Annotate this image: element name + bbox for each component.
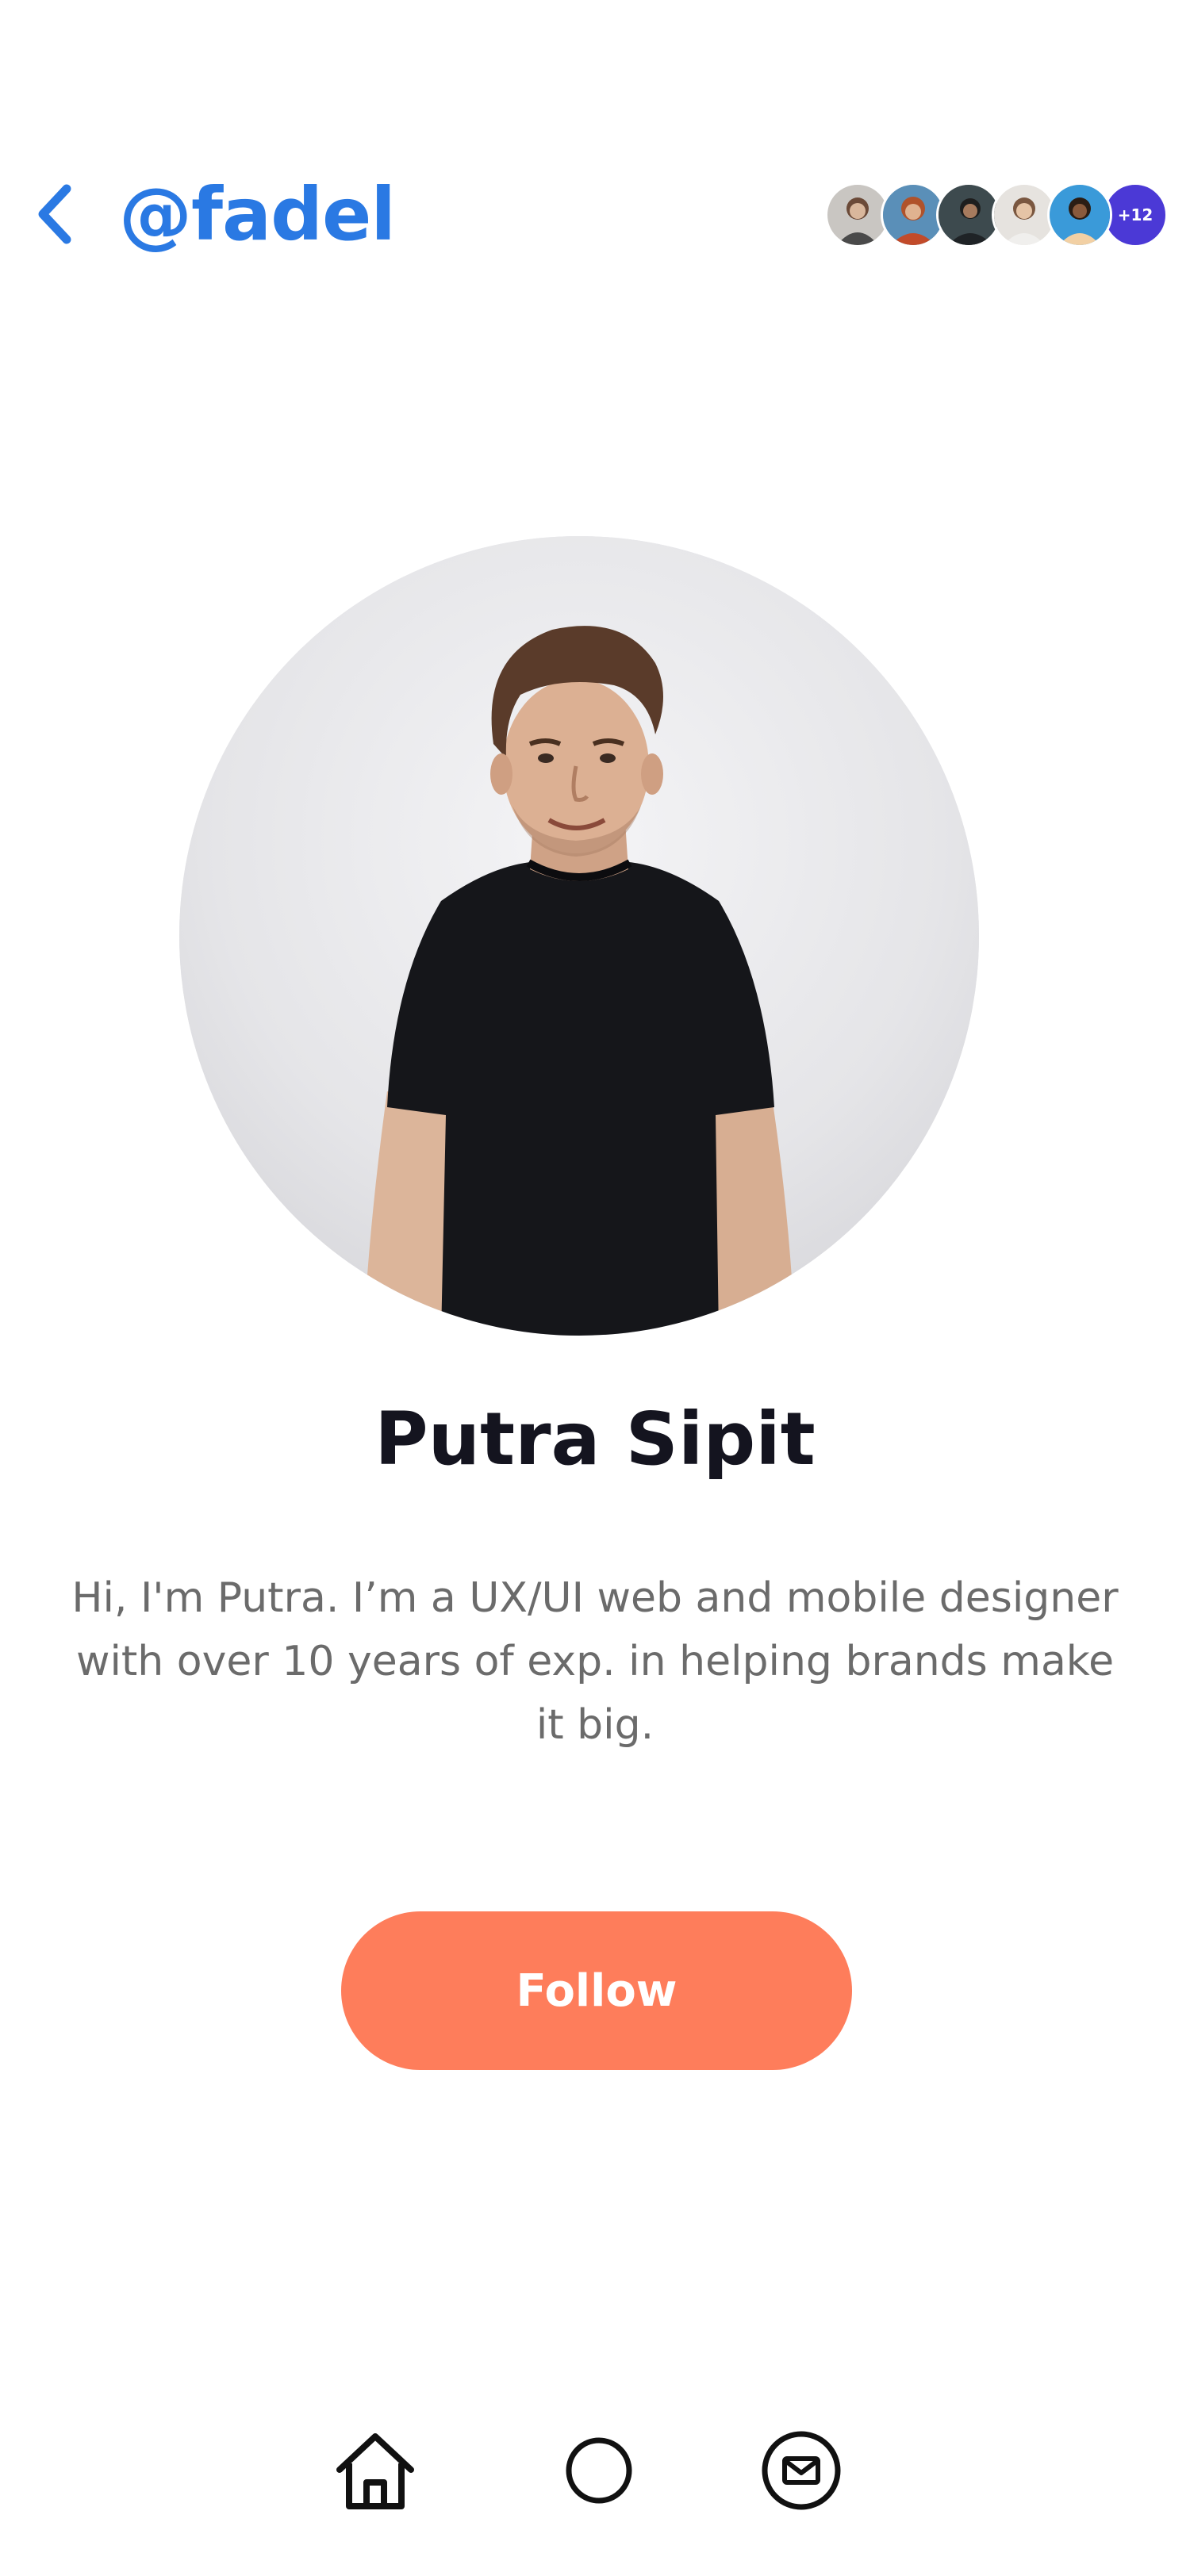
nav-home[interactable] (332, 2427, 419, 2514)
more-followers-badge: +12 (1103, 182, 1168, 247)
profile-header: @fadel +12 (0, 151, 1190, 278)
circle-icon (566, 2437, 632, 2504)
follow-button[interactable]: Follow (341, 1911, 852, 2070)
nav-circle[interactable] (555, 2427, 643, 2514)
back-button[interactable] (24, 182, 87, 246)
followers-avatar-stack[interactable]: +12 (825, 182, 1168, 247)
home-icon (336, 2433, 414, 2509)
bottom-navigation (0, 2419, 1190, 2522)
profile-handle: @fadel (119, 172, 396, 257)
mail-icon (762, 2431, 841, 2510)
profile-photo (179, 536, 979, 1336)
profile-name: Putra Sipit (374, 1397, 816, 1482)
nav-mail[interactable] (758, 2427, 845, 2514)
profile-bio: Hi, I'm Putra. I’m a UX/UI web and mobil… (71, 1574, 1119, 1749)
follower-avatar (1047, 182, 1112, 247)
chevron-left-icon (38, 184, 71, 244)
